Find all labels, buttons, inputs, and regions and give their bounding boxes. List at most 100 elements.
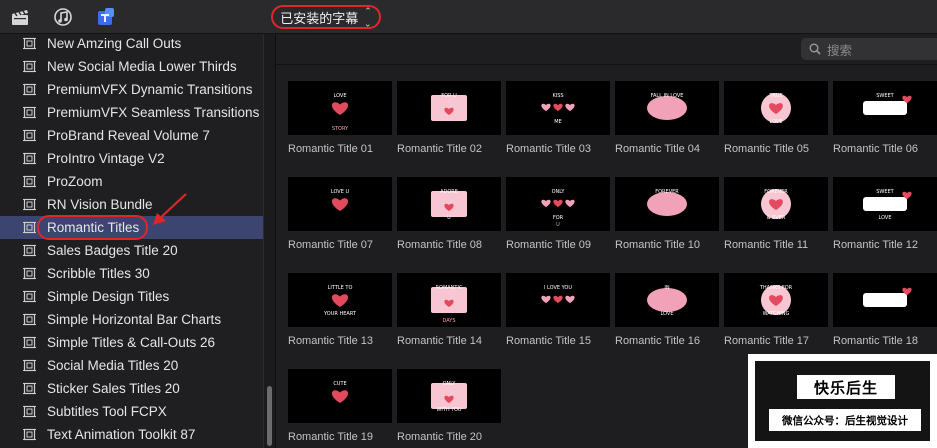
title-tile[interactable]: CUTE Romantic Title 19 <box>288 369 392 443</box>
tile-label: Romantic Title 16 <box>615 335 700 347</box>
tile-thumbnail[interactable]: SWEET LOVE <box>833 177 937 231</box>
watermark: 快乐后生 微信公众号：后生视觉设计 <box>748 354 937 448</box>
tile-thumbnail[interactable]: CUTE <box>288 369 392 423</box>
tile-thumbnail[interactable] <box>833 273 937 327</box>
title-tile[interactable]: SWEET LOVE Romantic Title 12 <box>833 177 937 251</box>
title-pack-icon <box>23 428 36 441</box>
title-tile[interactable]: Romantic Title 18 <box>833 273 937 347</box>
title-tile[interactable]: FOREVER & EVER Romantic Title 11 <box>724 177 828 251</box>
sidebar-scroll-thumb[interactable] <box>267 386 272 446</box>
sidebar-item[interactable]: Simple Design Titles <box>0 285 263 308</box>
sidebar-item-label: ProBrand Reveal Volume 7 <box>47 128 210 143</box>
sidebar-item[interactable]: New Amzing Call Outs <box>0 34 263 55</box>
titles-icon[interactable] <box>95 7 117 27</box>
tile-label: Romantic Title 03 <box>506 143 591 155</box>
tile-label: Romantic Title 15 <box>506 335 591 347</box>
sidebar-item[interactable]: RN Vision Bundle <box>0 193 263 216</box>
tile-label: Romantic Title 19 <box>288 431 373 443</box>
thumbnail-art: IN LOVE <box>647 285 687 317</box>
title-tile[interactable]: ONLY FOR U Romantic Title 09 <box>506 177 610 251</box>
title-tile[interactable]: TRUE LOVE Romantic Title 05 <box>724 81 828 155</box>
title-tile[interactable]: ONLY WITH YOU Romantic Title 20 <box>397 369 501 443</box>
sidebar-item[interactable]: ProZoom <box>0 170 263 193</box>
title-tile[interactable]: SWEET Romantic Title 06 <box>833 81 937 155</box>
thumbnail-art: TRUE LOVE <box>761 93 791 125</box>
tile-thumbnail[interactable]: KISS ME <box>506 81 610 135</box>
sidebar-item[interactable]: PremiumVFX Dynamic Transitions <box>0 78 263 101</box>
tile-label: Romantic Title 01 <box>288 143 373 155</box>
title-tile[interactable]: ADORE U Romantic Title 08 <box>397 177 501 251</box>
tile-label: Romantic Title 13 <box>288 335 373 347</box>
thumbnail-art <box>863 287 912 307</box>
tile-thumbnail[interactable]: IN LOVE <box>615 273 719 327</box>
title-tile[interactable]: LITTLE TO YOUR HEART Romantic Title 13 <box>288 273 392 347</box>
tile-thumbnail[interactable]: FALL IN LOVE <box>615 81 719 135</box>
title-tile[interactable]: FOR U Romantic Title 02 <box>397 81 501 155</box>
title-category-dropdown[interactable]: 已安装的字幕 ⌃ ⌃ <box>271 5 381 29</box>
title-pack-icon <box>23 83 36 96</box>
sidebar-item[interactable]: Subtitles Tool FCPX <box>0 400 263 423</box>
sidebar-item-label: New Social Media Lower Thirds <box>47 59 237 74</box>
sidebar-item[interactable]: Simple Horizontal Bar Charts <box>0 308 263 331</box>
sidebar-item[interactable]: Social Media Titles 20 <box>0 354 263 377</box>
title-pack-icon <box>23 175 36 188</box>
tile-thumbnail[interactable]: I LOVE YOU <box>506 273 610 327</box>
tile-thumbnail[interactable]: FOREVER & EVER <box>724 177 828 231</box>
tile-thumbnail[interactable]: FOR U <box>397 81 501 135</box>
sidebar-item[interactable]: Romantic Titles <box>0 215 263 240</box>
clapper-icon[interactable] <box>9 7 31 27</box>
tile-thumbnail[interactable]: ROMANTIC DAYS <box>397 273 501 327</box>
tile-thumbnail[interactable]: THANKS FOR WATCHING <box>724 273 828 327</box>
title-pack-icon <box>23 221 36 234</box>
tile-thumbnail[interactable]: TRUE LOVE <box>724 81 828 135</box>
dropdown-label: 已安装的字幕 <box>280 11 359 27</box>
sidebar-item[interactable]: PremiumVFX Seamless Transitions <box>0 101 263 124</box>
thumbnail-art: LOVE STORY <box>332 93 349 132</box>
title-tile[interactable]: FOREVER Romantic Title 10 <box>615 177 719 251</box>
tile-label: Romantic Title 14 <box>397 335 482 347</box>
sidebar-item[interactable]: ProIntro Vintage V2 <box>0 147 263 170</box>
tile-thumbnail[interactable]: ONLY WITH YOU <box>397 369 501 423</box>
title-tile[interactable]: KISS ME Romantic Title 03 <box>506 81 610 155</box>
tile-thumbnail[interactable]: LOVE U <box>288 177 392 231</box>
sidebar-item[interactable]: Sales Badges Title 20 <box>0 239 263 262</box>
title-tile[interactable]: THANKS FOR WATCHING Romantic Title 17 <box>724 273 828 347</box>
sidebar-item[interactable]: Simple Titles & Call-Outs 26 <box>0 331 263 354</box>
tile-thumbnail[interactable]: ONLY FOR U <box>506 177 610 231</box>
title-tile[interactable]: LOVE STORY Romantic Title 01 <box>288 81 392 155</box>
title-pack-icon <box>23 267 36 280</box>
sidebar-scrollbar[interactable] <box>263 34 275 448</box>
title-tile[interactable]: I LOVE YOU Romantic Title 15 <box>506 273 610 347</box>
watermark-title: 快乐后生 <box>797 375 895 399</box>
title-pack-icon <box>23 382 36 395</box>
sidebar-item[interactable]: Scribble Titles 30 <box>0 262 263 285</box>
tile-label: Romantic Title 07 <box>288 239 373 251</box>
thumbnail-art: FOREVER & EVER <box>761 189 791 221</box>
sidebar-item[interactable]: Sticker Sales Titles 20 <box>0 377 263 400</box>
tile-thumbnail[interactable]: ADORE U <box>397 177 501 231</box>
svg-text:ME: ME <box>554 119 561 125</box>
sidebar-item[interactable]: ProBrand Reveal Volume 7 <box>0 124 263 147</box>
sidebar-item[interactable]: New Social Media Lower Thirds <box>0 55 263 78</box>
tile-thumbnail[interactable]: LOVE STORY <box>288 81 392 135</box>
svg-text:ONLY: ONLY <box>443 381 457 387</box>
thumbnail-art: FOREVER <box>647 189 687 216</box>
svg-text:YOUR HEART: YOUR HEART <box>323 311 357 317</box>
title-tile[interactable]: IN LOVE Romantic Title 16 <box>615 273 719 347</box>
title-pack-icon <box>23 152 36 165</box>
tile-thumbnail[interactable]: SWEET <box>833 81 937 135</box>
tile-thumbnail[interactable]: LITTLE TO YOUR HEART <box>288 273 392 327</box>
thumbnail-art: LOVE U <box>331 189 349 211</box>
sidebar-item[interactable]: Text Animation Toolkit 87 <box>0 423 263 446</box>
thumbnail-art: ROMANTIC DAYS <box>431 285 467 324</box>
tile-label: Romantic Title 08 <box>397 239 482 251</box>
search-field[interactable]: 搜索 <box>801 38 937 60</box>
music-icon[interactable] <box>52 7 74 27</box>
title-tile[interactable]: FALL IN LOVE Romantic Title 04 <box>615 81 719 155</box>
title-tile[interactable]: LOVE U Romantic Title 07 <box>288 177 392 251</box>
svg-text:FALL IN LOVE: FALL IN LOVE <box>651 93 684 99</box>
title-tile[interactable]: ROMANTIC DAYS Romantic Title 14 <box>397 273 501 347</box>
tile-thumbnail[interactable]: FOREVER <box>615 177 719 231</box>
svg-text:LOVE: LOVE <box>333 93 346 99</box>
title-pack-icon <box>23 359 36 372</box>
